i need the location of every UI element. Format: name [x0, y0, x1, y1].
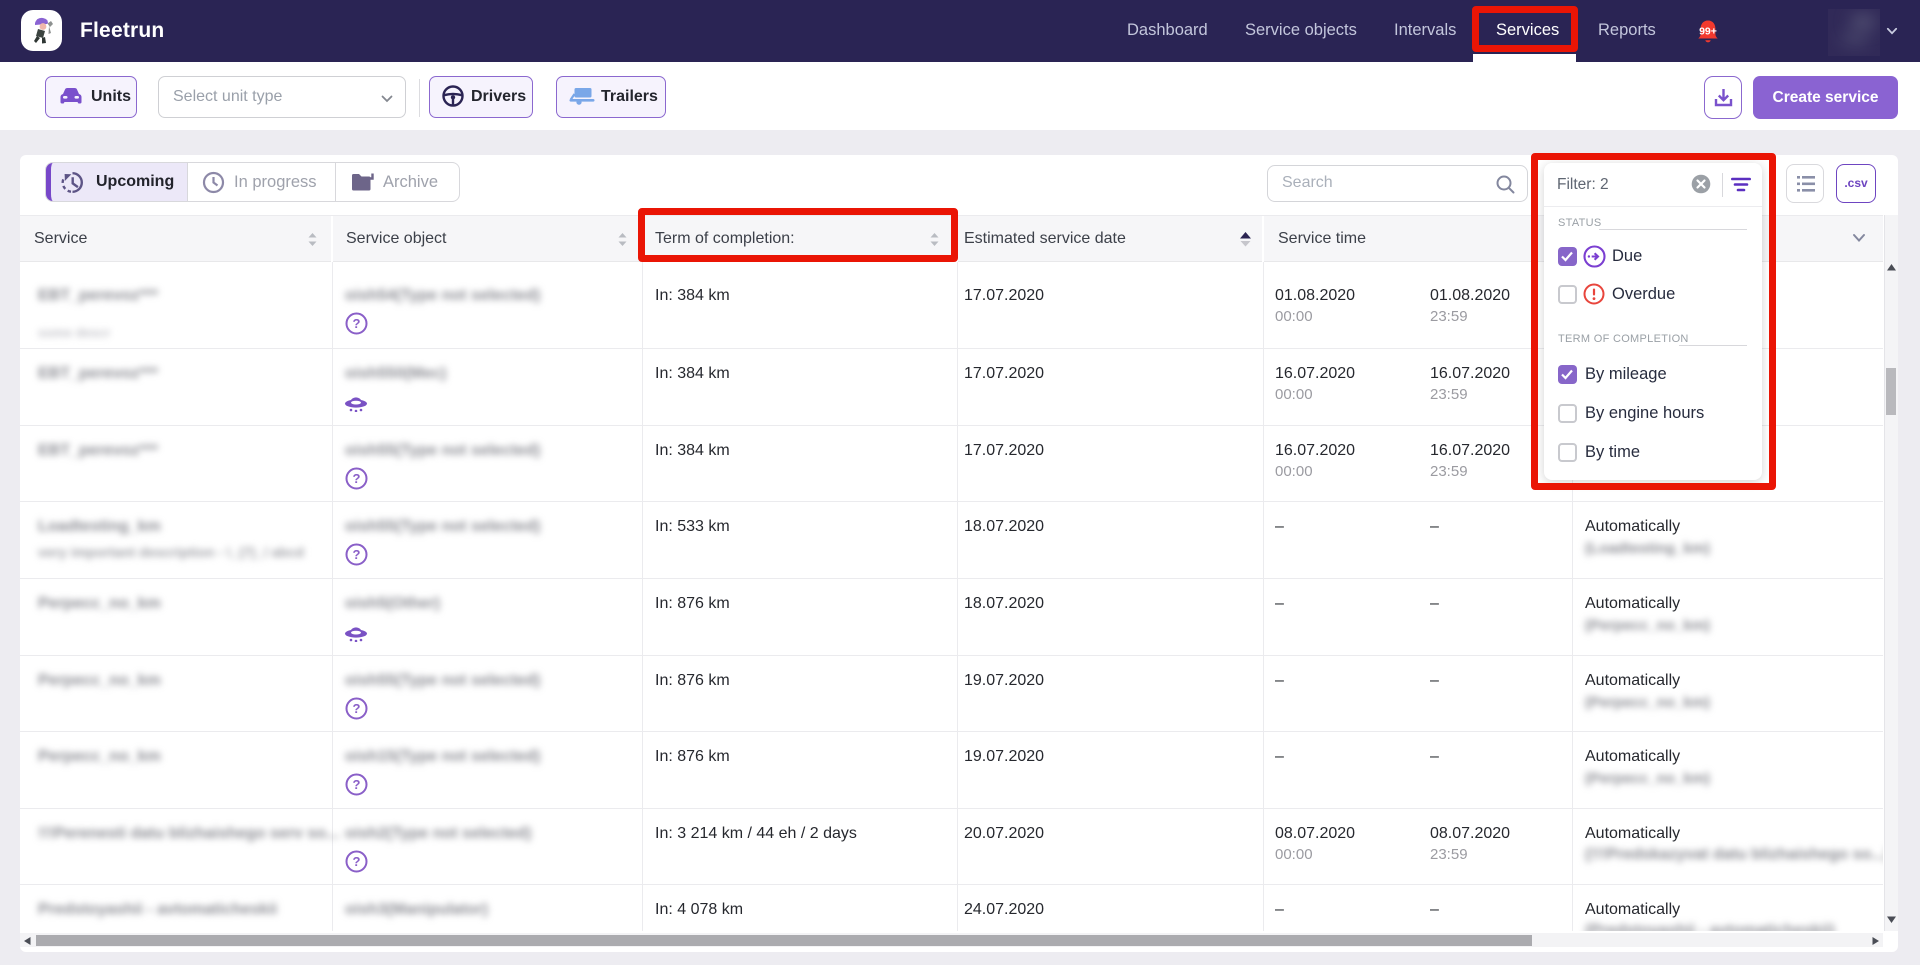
svg-text:?: ? [353, 854, 361, 869]
svg-text:?: ? [353, 777, 361, 792]
svg-text:?: ? [353, 471, 361, 486]
svg-text:?: ? [353, 316, 361, 331]
svg-text:99+: 99+ [1699, 26, 1717, 38]
svg-text:?: ? [353, 547, 361, 562]
svg-text:?: ? [353, 701, 361, 716]
